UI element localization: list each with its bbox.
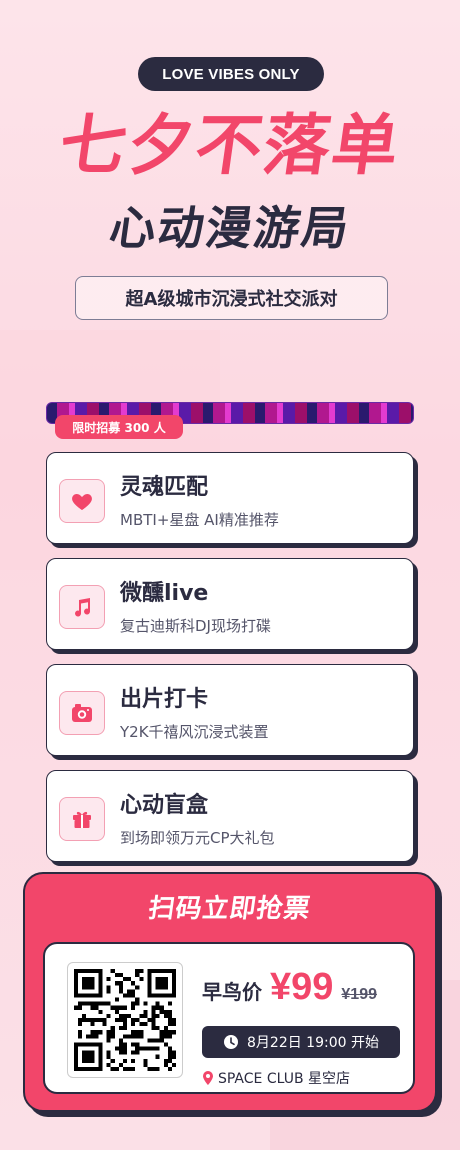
music-note-icon [59,585,105,629]
event-date: 8月22日 19:00 开始 [247,1035,379,1051]
original-price: ¥199 [341,986,377,1003]
ticket-panel: 扫码立即抢票 早鸟价 ¥99 ¥199 8月22日 19:00 开始 SPACE… [23,872,437,1112]
price-label: 早鸟价 [202,980,262,1004]
price: ¥99 [270,966,334,1008]
main-title: 七夕不落单 [54,107,406,184]
feature-desc: 复古迪斯科DJ现场打碟 [120,617,271,635]
date-pill: 8月22日 19:00 开始 [202,1026,400,1058]
subtitle-box: 超A级城市沉浸式社交派对 [75,276,388,320]
tagline-pill: LOVE VIBES ONLY [138,57,324,91]
feature-title: 微醺live [120,581,209,606]
feature-card-soul-match[interactable]: 灵魂匹配 MBTI+星盘 AI精准推荐 [46,452,414,544]
feature-desc: 到场即领万元CP大礼包 [120,829,275,847]
clock-icon [224,1035,239,1049]
feature-title: 出片打卡 [120,687,209,712]
feature-card-blind-box[interactable]: 心动盲盒 到场即领万元CP大礼包 [46,770,414,862]
feature-title: 灵魂匹配 [120,475,209,500]
location-pin-icon [203,1071,213,1085]
feature-desc: MBTI+星盘 AI精准推荐 [120,511,279,529]
qr-code[interactable] [67,962,183,1078]
feature-card-photo[interactable]: 出片打卡 Y2K千禧风沉浸式装置 [46,664,414,756]
feature-desc: Y2K千禧风沉浸式装置 [120,723,269,741]
recruit-badge: 限时招募 300 人 [55,415,183,439]
sub-title: 心动漫游局 [106,201,354,255]
gift-icon [59,797,105,841]
camera-icon [59,691,105,735]
feature-card-live[interactable]: 微醺live 复古迪斯科DJ现场打碟 [46,558,414,650]
location: SPACE CLUB 星空店 [202,1068,350,1088]
feature-title: 心动盲盒 [120,793,209,818]
price-row: 早鸟价 ¥99 ¥199 [202,966,377,1009]
location-text: SPACE CLUB 星空店 [218,1071,351,1087]
ticket-inner-card: 早鸟价 ¥99 ¥199 8月22日 19:00 开始 SPACE CLUB 星… [43,942,415,1094]
ticket-heading: 扫码立即抢票 [146,894,313,924]
heart-icon [59,479,105,523]
